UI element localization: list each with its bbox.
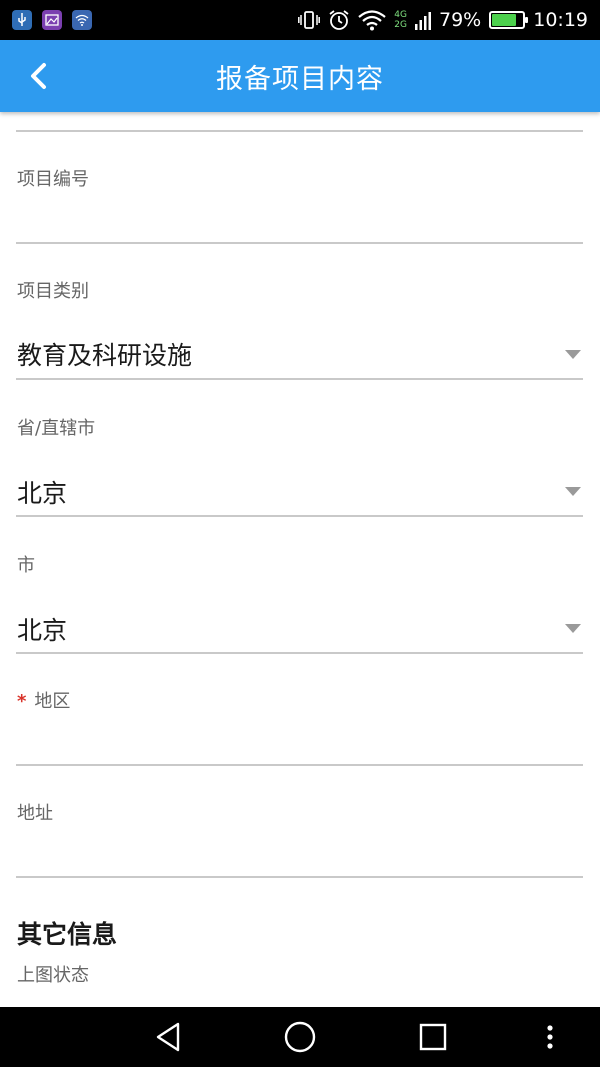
network-type-top: 4G — [394, 10, 407, 20]
province-label: 省/直辖市 — [17, 418, 96, 439]
project-category-select[interactable]: 教育及科研设施 — [16, 322, 583, 378]
address-input[interactable] — [16, 826, 583, 876]
image-icon — [42, 10, 62, 30]
back-button[interactable] — [20, 58, 56, 94]
network-type-bottom: 2G — [394, 20, 407, 30]
nav-home-button[interactable] — [280, 1019, 320, 1055]
district-label: * 地区 — [17, 687, 70, 713]
city-underline — [16, 652, 583, 654]
project-number-underline — [16, 242, 583, 244]
network-type-label: 4G 2G — [394, 10, 407, 30]
clock: 10:19 — [533, 9, 588, 31]
recents-square-icon — [419, 1023, 447, 1051]
project-category-label: 项目类别 — [17, 281, 89, 302]
project-number-input[interactable] — [16, 192, 583, 242]
nav-back-button[interactable] — [148, 1019, 188, 1055]
alarm-icon — [328, 9, 350, 31]
nav-recents-button[interactable] — [413, 1019, 453, 1055]
project-number-label: 项目编号 — [17, 169, 89, 190]
nav-more-button[interactable] — [530, 1019, 570, 1055]
battery-percent: 79% — [439, 9, 482, 31]
back-triangle-icon — [156, 1022, 180, 1052]
address-underline — [16, 876, 583, 878]
page-title: 报备项目内容 — [216, 63, 384, 95]
battery-charging-icon — [489, 11, 529, 29]
province-value: 北京 — [17, 479, 68, 508]
cell-signal-icon — [415, 10, 431, 30]
battery-level — [492, 14, 516, 26]
notification-icons — [12, 10, 92, 30]
wifi-notification-icon — [72, 10, 92, 30]
city-value: 北京 — [17, 616, 68, 645]
system-nav-bar — [0, 1007, 600, 1067]
section-title-other-info: 其它信息 — [17, 920, 118, 949]
form-content[interactable]: 项目编号 项目类别 教育及科研设施 省/直辖市 北京 市 北京 * 地区 地址 其… — [0, 112, 600, 1007]
more-dots-icon — [547, 1025, 553, 1049]
status-bar: 4G 2G 79% 10:19 — [0, 0, 600, 40]
app-bar: 报备项目内容 — [0, 40, 600, 112]
district-input[interactable] — [16, 714, 583, 764]
chevron-left-icon — [31, 63, 46, 89]
vibrate-icon — [298, 10, 321, 30]
province-select[interactable]: 北京 — [16, 458, 583, 515]
home-circle-icon — [284, 1021, 316, 1053]
wifi-signal-icon — [358, 9, 387, 31]
dropdown-arrow-icon — [565, 350, 581, 359]
city-label: 市 — [17, 555, 35, 576]
status-icons: 4G 2G 79% 10:19 — [298, 9, 588, 31]
project-category-value: 教育及科研设施 — [17, 341, 193, 370]
required-mark: * — [17, 691, 27, 712]
address-label: 地址 — [17, 803, 53, 824]
map-status-label: 上图状态 — [17, 965, 89, 986]
project-category-underline — [16, 378, 583, 380]
usb-icon — [12, 10, 32, 30]
field-divider — [16, 130, 583, 132]
dropdown-arrow-icon — [565, 624, 581, 633]
dropdown-arrow-icon — [565, 487, 581, 496]
province-underline — [16, 515, 583, 517]
district-underline — [16, 764, 583, 766]
district-label-text: 地区 — [34, 691, 71, 712]
city-select[interactable]: 北京 — [16, 595, 583, 652]
